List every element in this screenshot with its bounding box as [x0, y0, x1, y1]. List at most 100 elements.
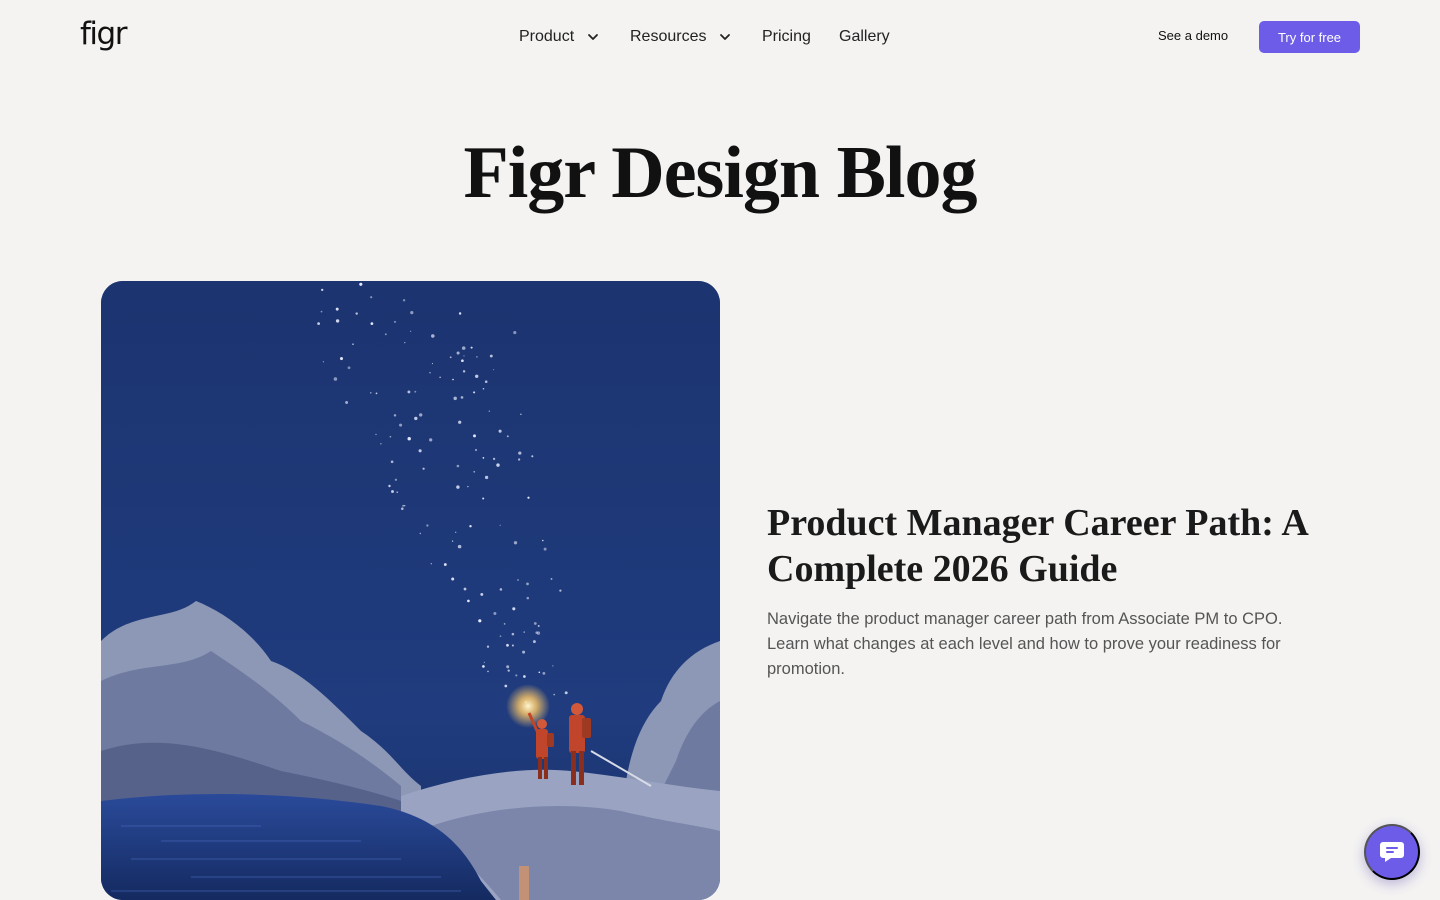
star — [473, 470, 476, 473]
star — [550, 577, 553, 580]
star — [359, 282, 363, 286]
star — [443, 563, 447, 566]
star — [542, 672, 546, 675]
nav-gallery[interactable]: Gallery — [839, 22, 890, 52]
star — [407, 390, 411, 394]
star — [431, 334, 435, 338]
star — [517, 579, 519, 581]
page-title: Figr Design Blog — [463, 132, 978, 214]
star — [511, 644, 514, 647]
star — [487, 670, 489, 673]
star — [552, 665, 554, 667]
star — [396, 491, 398, 494]
chevron-down-icon — [588, 34, 599, 40]
featured-post-title[interactable]: Product Manager Career Path: A Complete … — [767, 500, 1367, 592]
star — [452, 378, 454, 381]
star — [355, 312, 358, 315]
star — [402, 299, 406, 302]
nav-pricing-label: Pricing — [762, 28, 811, 45]
star — [507, 669, 510, 672]
star — [537, 625, 540, 627]
star — [320, 310, 323, 313]
star — [418, 449, 422, 453]
featured-post-image[interactable] — [101, 281, 720, 900]
star — [482, 387, 485, 390]
chat-launcher-button[interactable] — [1364, 824, 1420, 880]
nav-gallery-label: Gallery — [839, 28, 890, 45]
star — [419, 532, 422, 535]
star — [553, 693, 555, 696]
star — [512, 607, 516, 611]
star — [335, 307, 339, 311]
star — [520, 413, 522, 415]
star — [380, 442, 382, 445]
star — [526, 596, 530, 600]
try-for-free-button[interactable]: Try for free — [1259, 21, 1360, 53]
star — [533, 622, 537, 625]
star — [478, 619, 482, 623]
star — [527, 496, 530, 499]
star — [394, 478, 398, 481]
star — [322, 361, 325, 363]
figr-logo[interactable]: figr — [80, 14, 127, 54]
star — [475, 374, 479, 378]
star — [503, 623, 506, 625]
star — [480, 592, 484, 596]
nav-product-label: Product — [519, 28, 575, 45]
star — [499, 588, 503, 591]
star — [407, 437, 411, 441]
star — [335, 319, 340, 323]
star — [388, 484, 391, 488]
star — [499, 635, 502, 638]
star — [511, 632, 515, 636]
star — [489, 354, 493, 358]
star — [402, 504, 405, 507]
star — [515, 674, 518, 677]
star — [456, 464, 460, 468]
star — [518, 451, 522, 455]
star — [422, 467, 425, 470]
star — [456, 485, 460, 489]
star — [333, 377, 338, 381]
star — [390, 460, 394, 464]
star — [463, 587, 467, 591]
star — [523, 631, 525, 633]
star — [339, 356, 344, 361]
star — [370, 296, 373, 299]
see-demo-link[interactable]: See a demo — [1158, 27, 1228, 45]
star — [375, 433, 377, 436]
star — [414, 416, 418, 421]
star — [506, 665, 510, 669]
nav-pricing[interactable]: Pricing — [762, 22, 839, 52]
nav-resources-label: Resources — [630, 28, 707, 45]
star — [449, 356, 452, 359]
star — [522, 650, 526, 654]
nav-resources[interactable]: Resources — [630, 22, 762, 52]
star — [404, 342, 406, 344]
star — [458, 312, 462, 315]
star — [474, 448, 478, 452]
star — [483, 661, 486, 663]
featured-post-excerpt: Navigate the product manager career path… — [767, 610, 1283, 678]
star — [532, 640, 536, 644]
nav-product[interactable]: Product — [519, 22, 630, 52]
star — [535, 631, 538, 634]
star — [317, 322, 320, 325]
star — [430, 563, 432, 565]
star — [451, 577, 455, 581]
star — [460, 396, 464, 399]
star — [393, 414, 397, 417]
star — [564, 691, 568, 695]
chevron-down-icon — [720, 34, 731, 40]
star — [496, 463, 500, 467]
star — [463, 355, 465, 357]
star — [370, 322, 374, 325]
site-header: figr Product Resources Pricing Gallery S… — [0, 0, 1440, 72]
star — [492, 457, 496, 461]
star — [482, 665, 485, 668]
star — [457, 544, 462, 549]
star — [370, 392, 372, 394]
star — [414, 390, 417, 393]
star — [486, 645, 490, 648]
star — [389, 435, 392, 438]
